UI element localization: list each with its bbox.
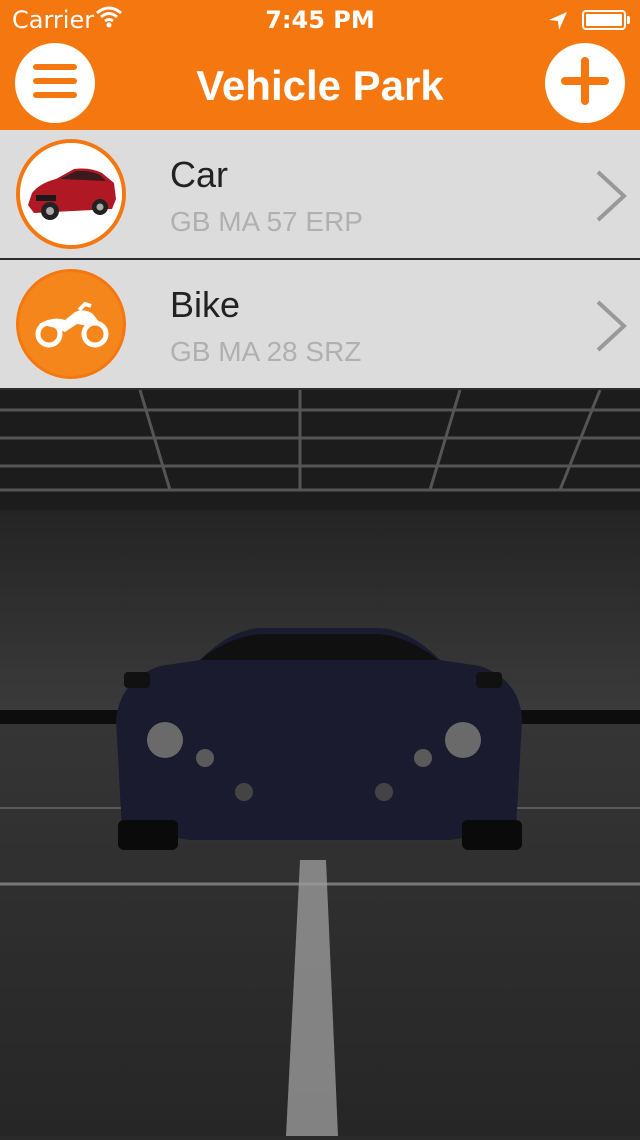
navigation-bar: Carrier 7:45 PM Vehicle Park <box>0 0 640 130</box>
motorcycle-icon <box>16 269 126 379</box>
vehicle-plate: GB MA 57 ERP <box>170 206 363 237</box>
chevron-right-icon <box>594 298 628 358</box>
vehicle-name: Bike <box>170 284 241 325</box>
plus-icon <box>561 57 609 109</box>
page-title: Vehicle Park <box>196 62 444 109</box>
vehicle-name: Car <box>170 154 229 195</box>
status-bar: Carrier 7:45 PM <box>0 0 640 40</box>
battery-icon <box>582 10 630 30</box>
add-vehicle-button[interactable] <box>545 43 625 123</box>
clock: 7:45 PM <box>265 6 375 34</box>
car-photo <box>16 139 126 249</box>
vehicle-row-bike[interactable]: Bike GB MA 28 SRZ <box>0 260 640 390</box>
vehicle-plate: GB MA 28 SRZ <box>170 336 362 367</box>
garage-background-image <box>0 389 640 1136</box>
vehicle-row-car[interactable]: Car GB MA 57 ERP <box>0 130 640 260</box>
vehicle-list: Car GB MA 57 ERP Bike GB MA 28 SRZ <box>0 130 640 390</box>
location-arrow-icon <box>548 9 568 37</box>
chevron-right-icon <box>594 168 628 228</box>
